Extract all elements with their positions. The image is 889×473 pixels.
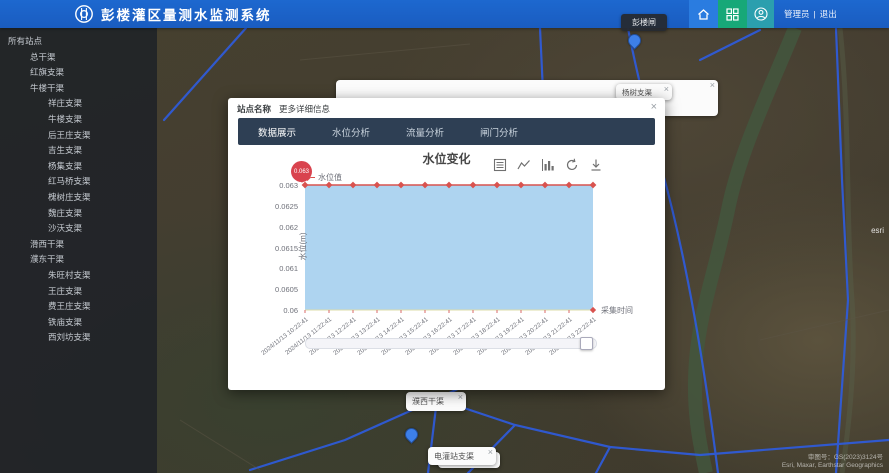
tab-gate[interactable]: 闸门分析 [480,125,518,139]
map-attribution: 审图号：GS(2023)3124号 Esri, Maxar, Earthstar… [782,454,883,470]
sidebar-item[interactable]: 滑西干渠 [0,237,157,253]
app-logo-icon [74,4,94,24]
map-popup-bottom2[interactable]: 电灌站支渠 × [428,447,496,465]
sidebar-item[interactable]: 牛楼干渠 [0,81,157,97]
sidebar-item[interactable]: 牛楼支渠 [0,112,157,128]
close-icon[interactable]: × [458,393,463,402]
apps-grid-button[interactable] [718,0,747,28]
home-button[interactable] [689,0,718,28]
y-axis-tick: 0.0615 [275,244,298,253]
legend-label: 水位值 [318,172,342,183]
y-axis-tick: 0.06 [283,306,298,315]
data-view-icon[interactable] [493,158,507,172]
close-icon[interactable]: × [710,81,715,90]
admin-area: 管理员 | 退出 [784,0,837,28]
close-icon[interactable]: × [664,85,669,94]
header-bar: 彭楼灌区量测水监测系统 管理员 | 退出 [0,0,889,28]
sidebar-item[interactable]: 红马桥支渠 [0,174,157,190]
sidebar-item[interactable]: 西刘坊支渠 [0,330,157,346]
sidebar-item[interactable]: 后王庄支渠 [0,128,157,144]
map-popup-bottom1-label: 濮西干渠 [412,396,444,407]
download-icon[interactable] [589,158,603,172]
home-icon [697,8,710,21]
app-window: 富春支渠 × 杨树支渠 × 濮西干渠 × 电灌站支渠 × esri 审图号：GS… [0,0,889,473]
sidebar-item[interactable]: 魏庄支渠 [0,206,157,222]
sidebar: 所有站点总干渠红旗支渠牛楼干渠祥庄支渠牛楼支渠后王庄支渠吉生支渠杨集支渠红马桥支… [0,28,157,473]
datazoom-slider[interactable] [305,338,597,349]
restore-icon[interactable] [565,158,579,172]
admin-label[interactable]: 管理员 [784,8,810,20]
datazoom-handle[interactable] [580,337,593,350]
tab-data-display[interactable]: 数据展示 [258,125,296,139]
x-axis-name: 采集时间 [601,305,633,316]
sidebar-item[interactable]: 所有站点 [0,34,157,50]
bar-chart-icon[interactable] [541,158,555,172]
app-title: 彭楼灌区量测水监测系统 [101,4,272,24]
map-station-label[interactable]: 彭楼闸 [621,14,667,31]
map-popup-bottom2-label: 电灌站支渠 [434,451,474,462]
station-tree: 所有站点总干渠红旗支渠牛楼干渠祥庄支渠牛楼支渠后王庄支渠吉生支渠杨集支渠红马桥支… [0,34,157,346]
station-detail-dialog: 站点名称更多详细信息 × 数据展示 水位分析 流量分析 闸门分析 水位变化 [228,98,665,390]
user-icon [754,7,768,21]
line-chart-icon[interactable] [517,158,531,172]
y-axis-tick: 0.061 [279,264,298,273]
y-axis-tick: 0.0605 [275,285,298,294]
sidebar-item[interactable]: 王庄支渠 [0,284,157,300]
y-axis-tick: 0.062 [279,223,298,232]
water-level-chart[interactable]: 0.063 水位(m) 采集时间 0.060.06050.0610.06150.… [305,185,593,310]
chart-toolbox [493,158,603,172]
sidebar-item[interactable]: 槐树庄支渠 [0,190,157,206]
dialog-tabbar: 数据展示 水位分析 流量分析 闸门分析 [238,118,655,145]
tab-water-level[interactable]: 水位分析 [332,125,370,139]
sidebar-item[interactable]: 总干渠 [0,50,157,66]
grid-icon [726,8,739,21]
sidebar-item[interactable]: 朱旺村支渠 [0,268,157,284]
sidebar-item[interactable]: 祥庄支渠 [0,96,157,112]
logout-link[interactable]: 退出 [820,8,837,20]
map-popup-right-label: 杨树支渠 [622,87,652,98]
sidebar-item[interactable]: 沙沃支渠 [0,221,157,237]
user-button[interactable] [747,0,774,28]
esri-watermark: esri [871,226,884,235]
dialog-close-icon[interactable]: × [651,101,657,113]
dialog-title: 站点名称更多详细信息 [237,103,330,115]
sidebar-item[interactable]: 濮东干渠 [0,252,157,268]
tab-flow[interactable]: 流量分析 [406,125,444,139]
y-axis-name: 水位(m) [298,187,309,307]
close-icon[interactable]: × [488,448,493,457]
sidebar-item[interactable]: 杨集支渠 [0,159,157,175]
sidebar-item[interactable]: 红旗支渠 [0,65,157,81]
map-popup-bottom1[interactable]: 濮西干渠 × [406,392,466,411]
y-axis-tick: 0.0625 [275,202,298,211]
sidebar-item[interactable]: 铁庙支渠 [0,315,157,331]
sidebar-item[interactable]: 吉生支渠 [0,143,157,159]
y-axis-tick: 0.063 [279,181,298,190]
max-value-marker: 0.063 [291,161,312,182]
sidebar-item[interactable]: 费王庄支渠 [0,299,157,315]
